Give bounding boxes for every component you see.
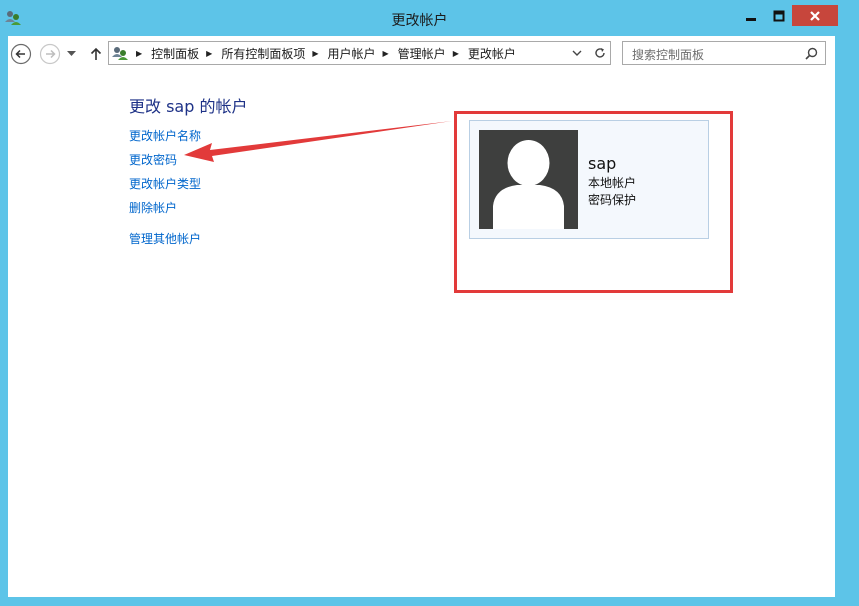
navigation-bar: ▶ 控制面板 ▶ 所有控制面板项 ▶ 用户帐户 ▶ 管理帐户 ▶ 更改帐户 搜索…	[8, 36, 835, 72]
change-account-type-link[interactable]: 更改帐户类型	[129, 175, 201, 192]
up-arrow-icon	[90, 47, 102, 60]
breadcrumb-all-items[interactable]: 所有控制面板项	[219, 45, 307, 62]
breadcrumb-separator-icon[interactable]: ▶	[378, 49, 396, 58]
breadcrumb-control-panel[interactable]: 控制面板	[149, 45, 201, 62]
breadcrumb-manage-accounts[interactable]: 管理帐户	[396, 45, 448, 62]
change-account-name-link[interactable]: 更改帐户名称	[129, 127, 201, 144]
recent-locations-button[interactable]	[65, 48, 77, 60]
close-icon	[810, 10, 820, 21]
search-icon[interactable]	[805, 47, 818, 60]
minimize-button[interactable]	[738, 5, 764, 26]
breadcrumb-change-account[interactable]: 更改帐户	[466, 45, 518, 62]
window-title: 更改帐户	[391, 13, 448, 29]
back-button[interactable]	[10, 43, 32, 65]
dropdown-chevron-icon[interactable]	[572, 50, 582, 57]
search-placeholder: 搜索控制面板	[632, 48, 705, 62]
chevron-down-icon	[66, 51, 76, 56]
control-panel-icon	[112, 47, 128, 60]
refresh-icon[interactable]	[593, 46, 607, 60]
address-bar[interactable]: ▶ 控制面板 ▶ 所有控制面板项 ▶ 用户帐户 ▶ 管理帐户 ▶ 更改帐户	[108, 41, 611, 65]
window-bottom-edge	[0, 597, 859, 606]
maximize-icon	[773, 10, 784, 21]
breadcrumb-separator-icon[interactable]: ▶	[131, 49, 149, 58]
breadcrumb-separator-icon[interactable]: ▶	[448, 49, 466, 58]
search-input[interactable]: 搜索控制面板	[622, 41, 826, 65]
back-arrow-icon	[10, 43, 32, 65]
change-password-link[interactable]: 更改密码	[129, 151, 177, 168]
control-panel-window: 更改帐户 ▶ 控制面板 ▶ 所有控制面板项 ▶ 用户帐户 ▶ 管理帐户 ▶ 更改…	[0, 0, 859, 606]
breadcrumb-user-accounts[interactable]: 用户帐户	[326, 45, 378, 62]
minimize-icon	[746, 17, 756, 21]
client-area: ▶ 控制面板 ▶ 所有控制面板项 ▶ 用户帐户 ▶ 管理帐户 ▶ 更改帐户 搜索…	[8, 36, 835, 597]
forward-arrow-icon	[39, 43, 61, 65]
delete-account-link[interactable]: 删除帐户	[129, 199, 177, 216]
up-button[interactable]	[88, 45, 104, 63]
page-title: 更改 sap 的帐户	[129, 97, 248, 116]
title-bar[interactable]: 更改帐户	[0, 0, 859, 36]
maximize-button[interactable]	[765, 5, 792, 26]
breadcrumb-separator-icon[interactable]: ▶	[201, 49, 219, 58]
manage-other-accounts-link[interactable]: 管理其他帐户	[129, 230, 201, 247]
forward-button[interactable]	[39, 43, 61, 65]
annotation-highlight-box	[454, 111, 733, 293]
breadcrumb-separator-icon[interactable]: ▶	[307, 49, 325, 58]
breadcrumb: ▶ 控制面板 ▶ 所有控制面板项 ▶ 用户帐户 ▶ 管理帐户 ▶ 更改帐户	[131, 45, 518, 62]
close-button[interactable]	[792, 5, 838, 26]
